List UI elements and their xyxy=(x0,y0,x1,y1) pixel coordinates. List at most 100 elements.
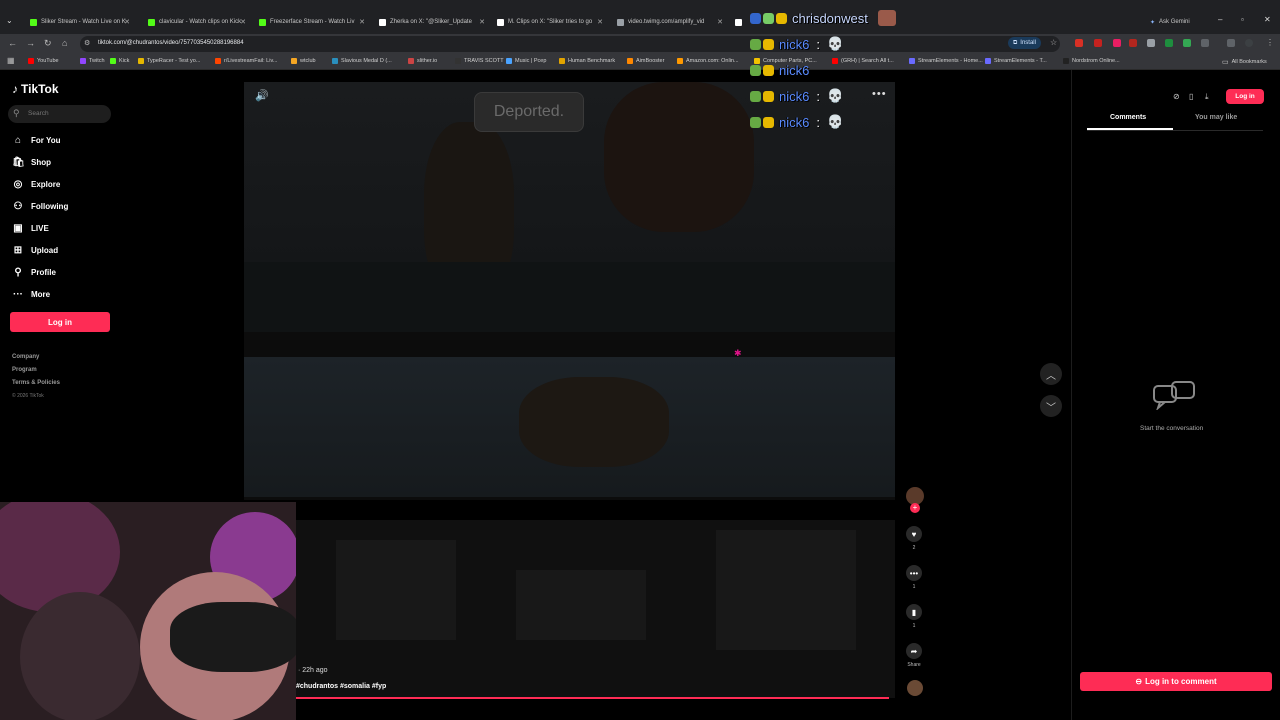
video-more-icon[interactable]: ••• xyxy=(872,88,887,100)
bookmark-label: r/LivestreamFail: Liv... xyxy=(224,58,278,64)
bookmark-item[interactable]: r/LivestreamFail: Liv... xyxy=(215,58,277,64)
bookmark-item[interactable]: TRAVIS SCOTT xyxy=(455,58,504,64)
sidebar-login-button[interactable]: Log in xyxy=(10,312,110,332)
next-video-button[interactable]: ﹀ xyxy=(1040,395,1062,417)
sidebar-item-shop[interactable]: 🛍 Shop xyxy=(12,155,51,169)
close-tab-icon[interactable]: ✕ xyxy=(597,18,603,26)
install-app-button[interactable]: ⧉ Install xyxy=(1008,37,1041,49)
tiktok-logo[interactable]: ♪ TikTok xyxy=(12,82,59,96)
account-avatar[interactable] xyxy=(1245,39,1253,47)
bookmark-label: Amazon.com: Onlin... xyxy=(686,58,739,64)
save-button[interactable]: ▮ 1 xyxy=(906,604,922,629)
back-icon[interactable]: ← xyxy=(8,38,17,48)
sound-disc-avatar[interactable] xyxy=(907,680,923,696)
reload-icon[interactable]: ↻ xyxy=(44,38,52,49)
browser-tab[interactable]: Sliker Stream - Watch Live on K ✕ xyxy=(30,14,130,30)
ask-gemini-button[interactable]: ✦ Ask Gemini xyxy=(1150,14,1206,30)
footer-link-program[interactable]: Program xyxy=(12,367,37,373)
bookmark-item[interactable]: TypeRacer - Test yo... xyxy=(138,58,200,64)
extension-icon[interactable] xyxy=(1165,39,1173,47)
bookmark-item[interactable]: (GRH) | Search All t... xyxy=(832,58,894,64)
apps-grid-icon[interactable]: ▦ xyxy=(7,56,15,65)
browser-menu-icon[interactable]: ⋮ xyxy=(1266,38,1274,47)
sidebar-item-upload[interactable]: ⊞ Upload xyxy=(12,243,58,257)
bookmark-item[interactable]: Amazon.com: Onlin... xyxy=(677,58,739,64)
profile-icon[interactable] xyxy=(1227,39,1235,47)
comment-button[interactable]: ••• 1 xyxy=(906,565,922,590)
close-tab-icon[interactable]: ✕ xyxy=(124,18,130,26)
panel-login-button[interactable]: Log in xyxy=(1226,89,1264,104)
chat-badge-icon xyxy=(750,12,761,24)
search-input[interactable]: ⚲ Search xyxy=(8,105,111,123)
previous-video-button[interactable]: ︿ xyxy=(1040,363,1062,385)
login-to-comment-button[interactable]: ⊖ Log in to comment xyxy=(1080,672,1272,691)
home-icon[interactable]: ⌂ xyxy=(62,38,67,48)
bookmark-item[interactable]: Kick xyxy=(110,58,129,64)
volume-icon[interactable]: 🔊 xyxy=(255,89,269,102)
tab-you-may-like[interactable]: You may like xyxy=(1195,114,1237,121)
bookmark-favicon-icon xyxy=(627,58,633,64)
extension-icon[interactable] xyxy=(1129,39,1137,47)
extension-icon[interactable] xyxy=(1075,39,1083,47)
browser-tab[interactable]: M. Clips on X: "Sliker tries to go ✕ xyxy=(497,14,603,30)
bookmark-item[interactable]: slither.io xyxy=(408,58,437,64)
close-window-icon[interactable]: ✕ xyxy=(1264,15,1271,24)
bookmark-item[interactable]: wtclub xyxy=(291,58,316,64)
crown-badge-icon xyxy=(763,90,774,102)
download-icon[interactable]: ⤓ xyxy=(1205,92,1209,102)
sidebar-item-more[interactable]: ··· More xyxy=(12,287,50,301)
sidebar-item-profile[interactable]: ⚲ Profile xyxy=(12,265,56,279)
embed-icon[interactable]: ⊘ xyxy=(1173,92,1180,101)
close-tab-icon[interactable]: ✕ xyxy=(240,18,246,26)
share-button[interactable]: ➦ Share xyxy=(906,643,922,668)
follow-plus-icon[interactable]: + xyxy=(910,503,920,513)
extension-icon[interactable] xyxy=(1147,39,1155,47)
tab-favicon-icon xyxy=(497,18,504,26)
browser-tab[interactable]: clavicular - Watch clips on Kick ✕ xyxy=(148,14,246,30)
url-text: tiktok.com/@chudrantos/video/75770354502… xyxy=(98,40,244,46)
bookmark-item[interactable]: StreamElements - Home... xyxy=(909,58,983,64)
video-player[interactable]: Deported. xyxy=(244,82,895,500)
bookmark-item[interactable]: Nordstrom Online... xyxy=(1063,58,1120,64)
sidebar-item-following[interactable]: ⚇ Following xyxy=(12,199,69,213)
next-video-preview[interactable] xyxy=(296,520,895,698)
site-info-icon[interactable]: ⚙ xyxy=(84,39,90,47)
bookmark-star-icon[interactable]: ☆ xyxy=(1050,38,1057,47)
bookmark-favicon-icon xyxy=(138,58,144,64)
extension-icon[interactable] xyxy=(1094,39,1102,47)
forward-icon[interactable]: → xyxy=(26,38,35,48)
extensions-puzzle-icon[interactable] xyxy=(1201,39,1209,47)
tab-search-icon[interactable]: ⌄ xyxy=(6,16,13,25)
like-button[interactable]: ♥ 2 xyxy=(906,526,922,551)
bookmark-item[interactable]: AimBooster xyxy=(627,58,664,64)
extension-icon[interactable] xyxy=(1183,39,1191,47)
footer-link-company[interactable]: Company xyxy=(12,354,39,360)
close-tab-icon[interactable]: ✕ xyxy=(359,18,365,26)
close-tab-icon[interactable]: ✕ xyxy=(479,18,485,26)
bookmark-item[interactable]: YouTube xyxy=(28,58,59,64)
browser-tab[interactable]: Zherka on X: "@Sliker_Update ✕ xyxy=(379,14,485,30)
browser-tab[interactable]: Freezerface Stream - Watch Liv ✕ xyxy=(259,14,365,30)
maximize-icon[interactable]: ▫ xyxy=(1241,15,1244,24)
footer-link-terms[interactable]: Terms & Policies xyxy=(12,380,60,386)
close-tab-icon[interactable]: ✕ xyxy=(717,18,723,26)
bookmark-item[interactable]: Twitch xyxy=(80,58,105,64)
address-bar[interactable]: ⚙ tiktok.com/@chudrantos/video/757703545… xyxy=(80,36,1060,52)
bookmark-item[interactable]: Slavious Medal D (... xyxy=(332,58,392,64)
tab-comments[interactable]: Comments xyxy=(1110,114,1146,121)
phone-icon[interactable]: ▯ xyxy=(1189,92,1193,101)
extension-icon[interactable] xyxy=(1113,39,1121,47)
sidebar-item-live[interactable]: ▣ LIVE xyxy=(12,221,49,235)
video-progress-bar[interactable] xyxy=(296,697,889,699)
browser-tab[interactable] xyxy=(735,14,749,30)
minimize-icon[interactable]: – xyxy=(1218,15,1222,24)
sidebar-item-explore[interactable]: ◎ Explore xyxy=(12,177,61,191)
copyright-text: © 2026 TikTok xyxy=(12,393,44,399)
all-bookmarks-folder[interactable]: ▭ All Bookmarks xyxy=(1222,58,1267,66)
video-hashtags[interactable]: #chudrantos #somalia #fyp xyxy=(296,683,386,690)
browser-tab[interactable]: video.twimg.com/amplify_vid ✕ xyxy=(617,14,723,30)
bookmark-item[interactable]: Music | Pcep xyxy=(506,58,546,64)
bookmark-item[interactable]: StreamElements - T... xyxy=(985,58,1047,64)
bookmark-item[interactable]: Human Benchmark xyxy=(559,58,615,64)
sidebar-item-for-you[interactable]: ⌂ For You xyxy=(12,133,61,147)
